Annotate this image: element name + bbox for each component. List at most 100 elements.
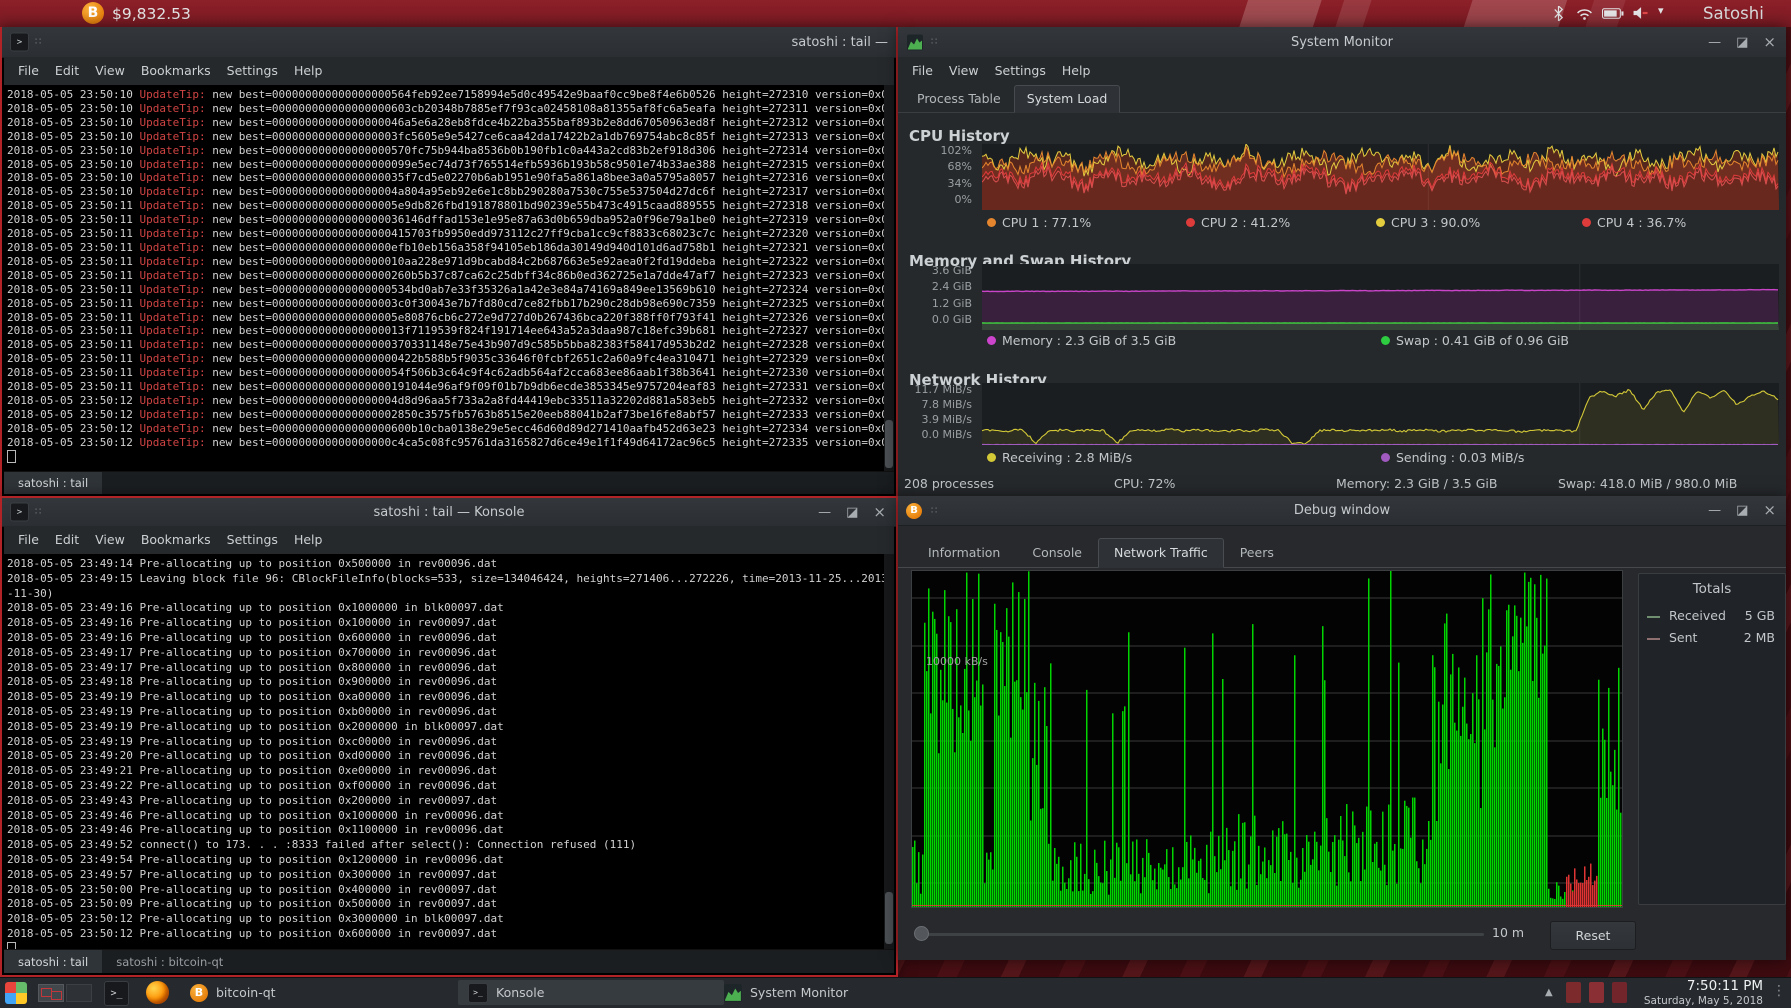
menu-item[interactable]: File [10, 57, 47, 83]
menu-item[interactable]: Bookmarks [133, 526, 219, 552]
maximize-button[interactable]: ◪ [846, 506, 858, 519]
menu-item[interactable]: File [904, 57, 941, 83]
title-bar[interactable]: ∷ System Monitor — ◪ × [898, 27, 1786, 58]
title-bar[interactable]: > ∷ satoshi : tail — Konsole — ◪ × [2, 498, 896, 527]
tab-network-traffic[interactable]: Network Traffic [1098, 538, 1224, 568]
menu-item[interactable]: Settings [219, 526, 286, 552]
maximize-button[interactable]: ◪ [1736, 504, 1748, 517]
panel-handle-icon[interactable]: ⋮ [1772, 983, 1786, 999]
close-button[interactable]: × [873, 505, 886, 520]
minimize-button[interactable]: — [1708, 504, 1721, 517]
axis-tick: 3.9 MiB/s [921, 413, 972, 426]
launcher-tile [5, 982, 16, 993]
menu-item[interactable]: Help [286, 57, 331, 83]
title-bar[interactable]: B ∷ Debug window — ◪ × [898, 496, 1786, 526]
window-title: satoshi : tail — [2, 27, 896, 57]
systray-expander-icon[interactable]: ▲ [1545, 987, 1553, 998]
menu-item[interactable]: View [941, 57, 987, 83]
task-button-system-monitor[interactable]: System Monitor [714, 980, 986, 1005]
terminal-tab[interactable]: satoshi : tail [4, 472, 102, 494]
log-line: 2018-05-05 23:49:18 Pre-allocating up to… [7, 675, 884, 690]
minimize-button[interactable]: — [818, 506, 831, 519]
wifi-icon[interactable] [1576, 8, 1593, 20]
tab-information[interactable]: Information [912, 538, 1016, 568]
tab-process-table[interactable]: Process Table [904, 85, 1014, 113]
minimize-button[interactable]: — [1708, 36, 1721, 49]
log-line: 2018-05-05 23:49:21 Pre-allocating up to… [7, 764, 884, 779]
close-button[interactable]: × [1763, 503, 1776, 518]
log-line: 2018-05-05 23:50:11 UpdateTip: new best=… [7, 283, 884, 297]
reset-button[interactable]: Reset [1550, 921, 1636, 950]
menu-item[interactable]: Edit [47, 57, 87, 83]
system-monitor-icon [724, 984, 742, 1002]
status-bar: 208 processesCPU: 72%Memory: 2.3 GiB / 3… [898, 476, 1786, 494]
memory-axis-ticks: 3.6 GiB2.4 GiB1.2 GiB0.0 GiB [898, 264, 978, 326]
time-range-slider-track[interactable] [920, 933, 1484, 936]
task-button-konsole[interactable]: >_ Konsole [458, 980, 724, 1005]
app-launcher-icon[interactable] [5, 982, 27, 1004]
window-title: System Monitor [898, 27, 1786, 57]
menu-item[interactable]: Bookmarks [133, 57, 219, 83]
network-axis-ticks: 11.7 MiB/s7.8 MiB/s3.9 MiB/s0.0 MiB/s [898, 383, 978, 441]
task-label: System Monitor [750, 985, 848, 1000]
tray-icon[interactable] [1566, 982, 1581, 1003]
digital-clock[interactable]: 7:50:11 PM Saturday, May 5, 2018 [1643, 979, 1763, 1007]
terminal-log[interactable]: 2018-05-05 23:49:14 Pre-allocating up to… [4, 554, 884, 955]
firefox-icon[interactable] [146, 981, 169, 1004]
log-line: 2018-05-05 23:50:12 UpdateTip: new best=… [7, 408, 884, 422]
tab-system-load[interactable]: System Load [1014, 85, 1121, 113]
scrollbar[interactable] [884, 85, 894, 472]
tab-strip: Process TableSystem Load [898, 85, 1786, 113]
log-line: 2018-05-05 23:49:22 Pre-allocating up to… [7, 779, 884, 794]
scrollbar[interactable] [884, 554, 894, 952]
log-line: 2018-05-05 23:49:14 Pre-allocating up to… [7, 557, 884, 572]
bluetooth-icon[interactable] [1552, 6, 1565, 21]
konsole-launcher-icon[interactable]: >_ [104, 981, 129, 1006]
totals-value: 2 MB [1744, 630, 1775, 645]
axis-tick: 0.0 GiB [932, 313, 972, 326]
pager-desktop-2[interactable] [66, 984, 92, 1002]
pager-mini-window [51, 991, 62, 1000]
menu-item[interactable]: File [10, 526, 47, 552]
menu-item[interactable]: View [87, 526, 133, 552]
konsole-window-bottom: > ∷ satoshi : tail — Konsole — ◪ × FileE… [0, 496, 898, 977]
tab-satoshi-bitcoin-qt[interactable]: satoshi : bitcoin-qt [102, 950, 237, 973]
tray-icon[interactable] [1612, 982, 1627, 1003]
menu-item[interactable]: Help [1054, 57, 1099, 83]
tray-icon[interactable] [1589, 982, 1604, 1003]
task-button-bitcoin-qt[interactable]: B bitcoin-qt [180, 980, 468, 1005]
memory-history-chart [982, 264, 1779, 330]
log-line: 2018-05-05 23:50:11 UpdateTip: new best=… [7, 338, 884, 352]
menu-item[interactable]: View [87, 57, 133, 83]
bitcoin-icon: B [190, 984, 208, 1002]
menu-item[interactable]: Settings [219, 57, 286, 83]
volume-muted-icon[interactable] [1632, 6, 1648, 20]
menu-item[interactable]: Edit [47, 526, 87, 552]
terminal-log[interactable]: 2018-05-05 23:50:10 UpdateTip: new best=… [4, 85, 884, 472]
wallpaper-streak [1234, 0, 1325, 27]
close-button[interactable]: × [1763, 35, 1776, 50]
menu-item[interactable]: Settings [987, 57, 1054, 83]
time-range-slider-handle[interactable] [914, 926, 929, 941]
tab-satoshi-tail[interactable]: satoshi : tail [4, 950, 102, 973]
wallpaper-streak [1328, 0, 1377, 27]
battery-icon[interactable] [1602, 8, 1624, 19]
maximize-button[interactable]: ◪ [1736, 36, 1748, 49]
scrollbar-thumb[interactable] [885, 420, 893, 468]
axis-tick: 68% [948, 160, 972, 173]
totals-label: Sent [1669, 630, 1697, 645]
scrollbar-thumb[interactable] [885, 892, 893, 944]
y-axis-label: 10000 kB/s [926, 655, 988, 668]
legend-item: Swap : 0.41 GiB of 0.96 GiB [1381, 333, 1569, 348]
pager-desktop-1[interactable] [38, 984, 64, 1002]
legend-dot [1381, 453, 1390, 462]
totals-row-sent: Sent 2 MB [1647, 630, 1777, 648]
chevron-down-icon[interactable]: ▾ [1658, 4, 1664, 17]
title-bar[interactable]: > ∷ satoshi : tail — [2, 27, 896, 58]
tab-console[interactable]: Console [1016, 538, 1098, 568]
time-range-label: 10 m [1492, 925, 1524, 940]
menu-item[interactable]: Help [286, 526, 331, 552]
task-label: Konsole [496, 985, 544, 1000]
tab-peers[interactable]: Peers [1224, 538, 1290, 568]
tab-bar: satoshi : tail [4, 471, 894, 494]
